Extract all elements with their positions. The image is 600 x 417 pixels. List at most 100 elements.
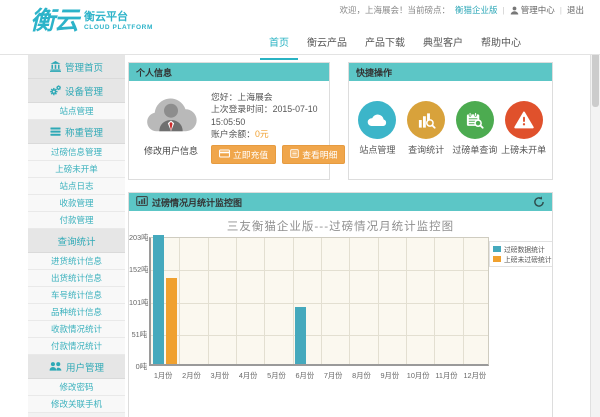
warning-icon xyxy=(505,101,543,139)
edition-link[interactable]: 衡猫企业版 xyxy=(455,4,498,16)
y-axis-label: 152吨 xyxy=(129,265,147,275)
balance-text: 账户余额：0元 xyxy=(211,128,324,140)
sidebar-item[interactable]: 付款情况统计 xyxy=(28,338,125,355)
chart-panel-header: 过磅情况月统计监控图 xyxy=(129,193,552,211)
nav-item[interactable]: 帮助中心 xyxy=(472,27,530,60)
gridline-vertical xyxy=(349,238,350,364)
sidebar-label: 用户管理 xyxy=(66,360,104,374)
quick-action[interactable]: 查询统计 xyxy=(403,101,449,156)
card-icon xyxy=(219,149,230,161)
balance-value: 0元 xyxy=(255,129,269,139)
sidebar-item[interactable]: 进货统计信息 xyxy=(28,253,125,270)
x-axis-label: 1月份 xyxy=(149,371,177,381)
nav-item[interactable]: 首页 xyxy=(260,27,298,60)
sidebar-item[interactable]: 过磅信息管理 xyxy=(28,144,125,161)
balance-label: 账户余额： xyxy=(211,129,255,139)
x-axis-label: 12月份 xyxy=(461,371,489,381)
quick-action[interactable]: 上磅未开单 xyxy=(501,101,547,156)
sidebar-section[interactable]: 称重管理 xyxy=(28,120,125,144)
admin-center-label: 管理中心 xyxy=(521,4,555,16)
view-details-button[interactable]: 查看明细 xyxy=(282,145,345,164)
sidebar-item[interactable]: 修改密码 xyxy=(28,379,125,396)
chart-bar xyxy=(166,278,177,364)
legend-item[interactable]: 过磅数据统计 xyxy=(493,244,552,254)
panel-title: 个人信息 xyxy=(136,66,172,79)
sidebar-item[interactable]: 站点日志 xyxy=(28,178,125,195)
admin-center-link[interactable]: 管理中心 xyxy=(510,4,555,16)
chart-legend: 过磅数据统计上磅未过磅统计 xyxy=(489,241,552,267)
sidebar-item[interactable]: 付款管理 xyxy=(28,212,125,229)
chart-plot xyxy=(149,237,489,366)
sidebar-item[interactable]: 修改关联手机 xyxy=(28,396,125,413)
sidebar-item[interactable]: 出货统计信息 xyxy=(28,270,125,287)
chart-bar xyxy=(295,307,306,364)
sidebar-section[interactable]: 设备管理 xyxy=(28,79,125,103)
list-icon xyxy=(50,126,61,137)
nav-item[interactable]: 产品下载 xyxy=(356,27,414,60)
y-axis-label: 101吨 xyxy=(129,298,147,308)
gridline-horizontal xyxy=(151,270,488,271)
sidebar-label: 收款管理 xyxy=(59,197,93,209)
sidebar-label: 称重管理 xyxy=(65,125,103,139)
quick-action[interactable]: 过磅单查询 xyxy=(452,101,498,156)
sidebar-label: 进货统计信息 xyxy=(51,255,102,267)
sidebar-label: 车号统计信息 xyxy=(51,289,102,301)
logo-text: 衡云平台 CLOUD PLATFORM xyxy=(84,11,153,32)
avatar xyxy=(143,121,199,138)
quick-actions-body: 站点管理查询统计过磅单查询上磅未开单 xyxy=(349,81,552,180)
quick-action-label: 上磅未开单 xyxy=(501,145,547,156)
nav-item[interactable]: 典型客户 xyxy=(414,27,472,60)
nav-item[interactable]: 衡云产品 xyxy=(298,27,356,60)
sidebar-section[interactable]: 管理首页 xyxy=(28,55,125,79)
gridline-vertical xyxy=(236,238,237,364)
legend-label: 上磅未过磅统计 xyxy=(504,254,552,264)
welcome-text: 欢迎，上海展会！当前磅点： xyxy=(340,4,451,16)
quick-action-label: 站点管理 xyxy=(354,145,400,156)
personal-info-panel: 个人信息 修改用户信息 您好：上海展会 上次登录时间：2015-07-10 15… xyxy=(128,62,330,180)
page: 衡云 衡云平台 CLOUD PLATFORM 欢迎，上海展会！当前磅点： 衡猫企… xyxy=(0,0,600,417)
cloud-icon xyxy=(358,101,396,139)
sidebar-section[interactable]: 查询统计 xyxy=(28,229,125,253)
x-axis-label: 5月份 xyxy=(263,371,291,381)
x-axis-label: 2月份 xyxy=(178,371,206,381)
user-icon xyxy=(510,6,519,15)
gridline-vertical xyxy=(321,238,322,364)
sidebar-label: 过磅信息管理 xyxy=(51,146,102,158)
gridline-vertical xyxy=(378,238,379,364)
sidebar-label: 修改关联手机 xyxy=(51,398,102,410)
gridline-vertical xyxy=(264,238,265,364)
x-axis-label: 3月份 xyxy=(206,371,234,381)
legend-item[interactable]: 上磅未过磅统计 xyxy=(493,254,552,264)
personal-info-header: 个人信息 xyxy=(129,63,329,81)
separator: | xyxy=(503,5,505,15)
chart-icon xyxy=(136,196,148,208)
chart-panel: 过磅情况月统计监控图 三友衡猫企业版---过磅情况月统计监控图 过磅数据统计上磅… xyxy=(128,192,553,417)
recharge-button-label: 立即充值 xyxy=(233,149,268,161)
sidebar-item[interactable]: 收款情况统计 xyxy=(28,321,125,338)
avatar-block: 修改用户信息 xyxy=(133,93,209,157)
main-nav: 首页衡云产品产品下载典型客户帮助中心 xyxy=(260,27,530,60)
refresh-icon[interactable] xyxy=(533,196,545,208)
scrollbar[interactable] xyxy=(590,0,600,417)
x-axis-label: 9月份 xyxy=(376,371,404,381)
sidebar-section[interactable]: 用户管理 xyxy=(28,355,125,379)
sidebar-label: 设备管理 xyxy=(65,84,103,98)
legend-label: 过磅数据统计 xyxy=(504,244,545,254)
personal-info-body: 修改用户信息 您好：上海展会 上次登录时间：2015-07-10 15:05:5… xyxy=(129,81,329,180)
recharge-button[interactable]: 立即充值 xyxy=(211,145,276,164)
sidebar: 管理首页设备管理站点管理称重管理过磅信息管理上磅未开单站点日志收款管理付款管理查… xyxy=(28,55,125,417)
logo-subtitle: CLOUD PLATFORM xyxy=(84,24,153,32)
x-axis-label: 4月份 xyxy=(234,371,262,381)
quick-action[interactable]: 站点管理 xyxy=(354,101,400,156)
logo[interactable]: 衡云 衡云平台 CLOUD PLATFORM xyxy=(30,9,153,34)
users-icon xyxy=(49,361,62,372)
sidebar-label: 查询统计 xyxy=(57,234,95,248)
sidebar-item[interactable]: 收款管理 xyxy=(28,195,125,212)
sidebar-item[interactable]: 站点管理 xyxy=(28,103,125,120)
sidebar-label: 出货统计信息 xyxy=(51,272,102,284)
sidebar-item[interactable]: 上磅未开单 xyxy=(28,161,125,178)
sidebar-item[interactable]: 品种统计信息 xyxy=(28,304,125,321)
edit-user-info-link[interactable]: 修改用户信息 xyxy=(133,144,209,157)
sidebar-item[interactable]: 车号统计信息 xyxy=(28,287,125,304)
logout-link[interactable]: 退出 xyxy=(567,4,584,16)
